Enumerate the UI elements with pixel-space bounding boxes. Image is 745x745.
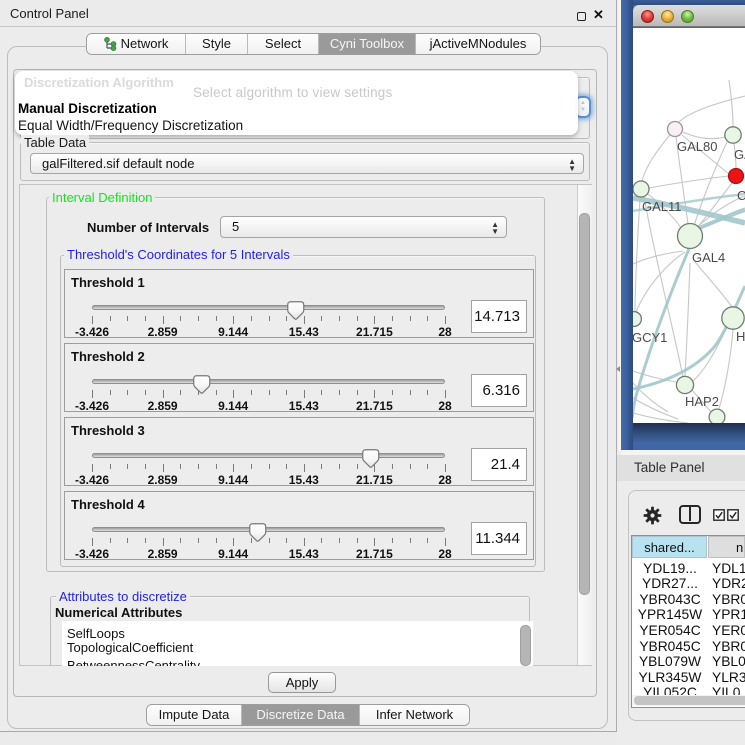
svg-text:GA: GA	[734, 147, 745, 162]
svg-text:GCY1: GCY1	[633, 330, 667, 345]
svg-text:GAL4: GAL4	[692, 250, 725, 265]
svg-text:H: H	[736, 329, 745, 344]
svg-text:HAP2: HAP2	[685, 394, 719, 409]
svg-text:GAL11: GAL11	[642, 199, 682, 214]
svg-text:GAL80: GAL80	[677, 139, 717, 154]
svg-text:C: C	[737, 188, 745, 203]
